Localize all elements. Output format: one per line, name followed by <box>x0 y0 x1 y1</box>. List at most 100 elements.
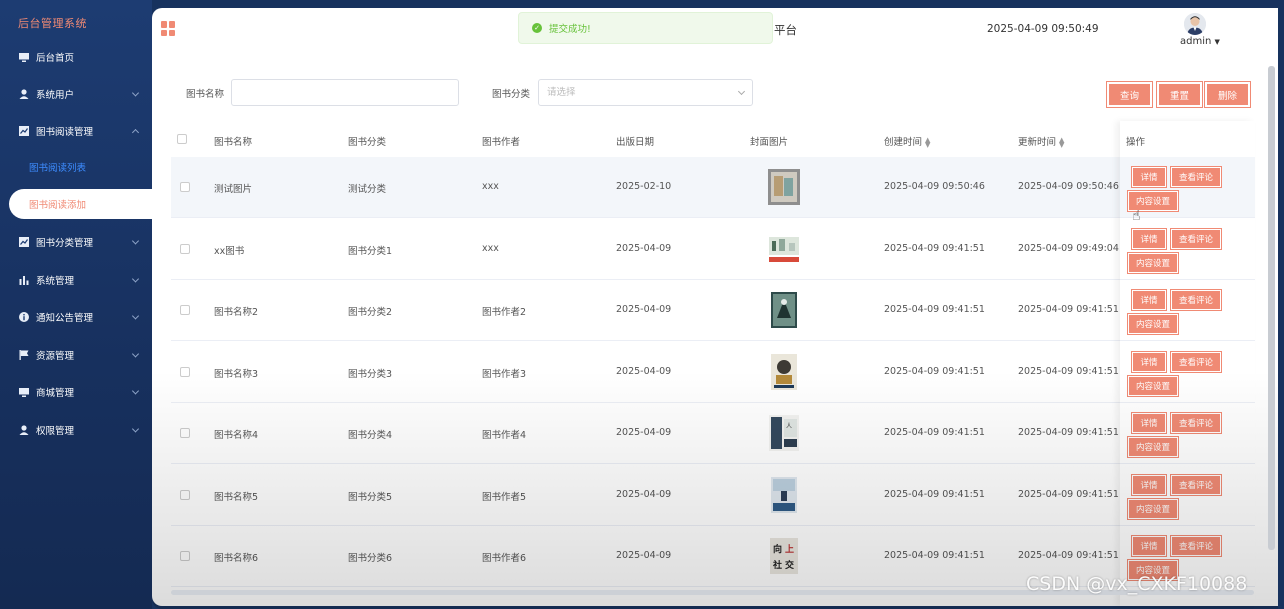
cell-publish-date: 2025-04-09 <box>616 488 672 500</box>
book-name-input[interactable] <box>231 79 459 106</box>
brand-title: 后台管理系统 <box>18 17 87 30</box>
view-comments-button[interactable]: 查看评论 <box>1171 351 1221 372</box>
detail-button[interactable]: 详情 <box>1132 167 1166 187</box>
sidebar-item-label: 系统用户 <box>36 90 75 101</box>
table-row[interactable]: 图书名称2 图书分类2 图书作者2 2025-04-09 2025-04-09 09:4… <box>171 280 1255 341</box>
cell-category: 图书分类6 <box>348 553 393 564</box>
row-checkbox[interactable] <box>180 182 190 192</box>
cell-created: 2025-04-09 09:41:51 <box>884 488 985 500</box>
cover-image[interactable]: 向上社交 <box>770 538 802 574</box>
sidebar-subitem-book-add[interactable]: 图书阅读添加 <box>9 189 169 219</box>
view-comments-button[interactable]: 查看评论 <box>1171 167 1221 187</box>
cell-publish-date: 2025-04-09 <box>616 427 672 438</box>
cell-author: 图书作者3 <box>482 368 527 380</box>
table-row[interactable]: 测试图片 测试分类 xxx 2025-02-10 2025-04-09 09:50:46… <box>171 157 1255 218</box>
delete-button[interactable]: 删除 <box>1205 82 1250 107</box>
cell-publish-date: 2025-04-09 <box>616 242 672 254</box>
view-comments-button[interactable]: 查看评论 <box>1171 474 1221 495</box>
cell-created: 2025-04-09 09:50:46 <box>884 181 985 192</box>
detail-button[interactable]: 详情 <box>1132 413 1166 433</box>
sidebar-item-book-reading[interactable]: 图书阅读管理 <box>0 116 152 146</box>
detail-button[interactable]: 详情 <box>1132 290 1166 310</box>
query-button[interactable]: 查询 <box>1107 82 1152 107</box>
main-panel: 平台 2025-04-09 09:50:49 admin ▼ 图书名称 图书分类… <box>152 8 1278 606</box>
cell-category: 图书分类5 <box>348 491 393 503</box>
header-created-label: 创建时间 <box>884 137 923 148</box>
sidebar-item-book-category[interactable]: 图书分类管理 <box>0 227 152 257</box>
header-created[interactable]: 创建时间 ▲ ▼ <box>884 134 930 148</box>
cover-image[interactable] <box>771 476 803 513</box>
toast-message: 提交成功! <box>549 24 591 35</box>
sidebar-item-shop[interactable]: 商城管理 <box>0 377 152 407</box>
view-comments-button[interactable]: 查看评论 <box>1171 290 1221 310</box>
chevron-down-icon <box>131 387 140 395</box>
view-comments-button[interactable]: 查看评论 <box>1171 536 1221 556</box>
chevron-down-icon <box>131 425 140 433</box>
sidebar-subitem-book-list[interactable]: 图书阅读列表 <box>0 152 152 182</box>
menu-grid-icon[interactable] <box>161 21 176 36</box>
vertical-scrollbar[interactable] <box>1268 66 1275 550</box>
header-updated[interactable]: 更新时间 ▲ ▼ <box>1018 134 1064 148</box>
select-all-checkbox[interactable] <box>177 134 187 144</box>
avatar[interactable] <box>1184 13 1206 35</box>
cover-image[interactable] <box>771 292 803 328</box>
cover-image[interactable]: 人 <box>769 415 801 451</box>
content-settings-button[interactable]: 内容设置 <box>1128 375 1178 396</box>
row-checkbox[interactable] <box>180 243 190 254</box>
cover-image[interactable] <box>768 169 800 205</box>
sidebar-item-home[interactable]: 后台首页 <box>0 42 152 72</box>
detail-button[interactable]: 详情 <box>1132 228 1166 249</box>
svg-text:交: 交 <box>785 559 794 571</box>
chevron-down-icon <box>131 89 140 97</box>
cell-updated: 2025-04-09 09:41:51 <box>1018 427 1119 438</box>
cell-publish-date: 2025-04-09 <box>616 365 672 377</box>
sidebar-item-permissions[interactable]: 权限管理 <box>0 415 152 445</box>
chart-icon <box>19 126 29 136</box>
content-settings-button[interactable]: 内容设置 <box>1128 252 1178 273</box>
table-row[interactable]: 图书名称3 图书分类3 图书作者3 2025-04-09 2025-04-09 09:4… <box>171 342 1255 403</box>
check-circle-icon: ✓ <box>532 23 542 33</box>
username: admin <box>1180 36 1212 47</box>
detail-button[interactable]: 详情 <box>1132 474 1166 495</box>
sort-icon: ▲ ▼ <box>925 135 931 149</box>
sidebar-item-label: 图书分类管理 <box>36 238 94 249</box>
success-toast: ✓ 提交成功! <box>518 12 773 44</box>
view-comments-button[interactable]: 查看评论 <box>1171 413 1221 433</box>
table-row[interactable]: 图书名称5 图书分类5 图书作者5 2025-04-09 2025-04-09 09:4… <box>171 465 1255 526</box>
cell-book-name: 图书名称5 <box>214 491 259 503</box>
sidebar-item-users[interactable]: 系统用户 <box>0 79 152 109</box>
sidebar-item-label: 商城管理 <box>36 388 75 399</box>
cell-created: 2025-04-09 09:41:51 <box>884 365 985 377</box>
detail-button[interactable]: 详情 <box>1132 536 1166 556</box>
detail-button[interactable]: 详情 <box>1132 351 1166 372</box>
sidebar-item-system[interactable]: 系统管理 <box>0 265 152 295</box>
sidebar: 后台管理系统 后台首页 系统用户 图书阅读管理 图书阅读列表 图书阅读添加 图书… <box>0 0 169 609</box>
sidebar-item-notice[interactable]: 通知公告管理 <box>0 302 152 332</box>
cell-updated: 2025-04-09 09:41:51 <box>1018 488 1119 500</box>
cover-image[interactable] <box>771 353 803 390</box>
table-row[interactable]: 图书名称4 图书分类4 图书作者4 2025-04-09 人 2025-04-09 09:… <box>171 403 1255 464</box>
chevron-down-icon <box>131 312 140 320</box>
row-checkbox[interactable] <box>180 551 190 561</box>
sidebar-item-resources[interactable]: 资源管理 <box>0 340 152 370</box>
table-row[interactable]: xx图书 图书分类1 xxx 2025-04-09 2025-04-09 09:41:5… <box>171 219 1255 280</box>
content-settings-button[interactable]: 内容设置 <box>1128 498 1178 519</box>
header-datetime: 2025-04-09 09:50:49 <box>987 23 1099 35</box>
cover-image[interactable] <box>767 230 801 267</box>
cell-created: 2025-04-09 09:41:51 <box>884 427 985 438</box>
sidebar-item-label: 后台首页 <box>36 53 75 64</box>
monitor-icon <box>19 387 29 397</box>
row-checkbox[interactable] <box>180 489 190 500</box>
row-checkbox[interactable] <box>180 428 190 438</box>
chart-icon <box>19 237 29 247</box>
reset-button[interactable]: 重置 <box>1157 82 1202 107</box>
content-settings-button[interactable]: 内容设置 <box>1128 437 1178 457</box>
book-category-select[interactable]: 请选择 <box>538 79 753 106</box>
user-menu[interactable]: admin ▼ <box>1180 36 1220 47</box>
row-checkbox[interactable] <box>180 305 190 315</box>
content-settings-button[interactable]: 内容设置 <box>1128 314 1178 334</box>
monitor-icon <box>19 52 29 62</box>
view-comments-button[interactable]: 查看评论 <box>1171 228 1221 249</box>
row-checkbox[interactable] <box>180 366 190 377</box>
cell-updated: 2025-04-09 09:41:51 <box>1018 550 1119 561</box>
